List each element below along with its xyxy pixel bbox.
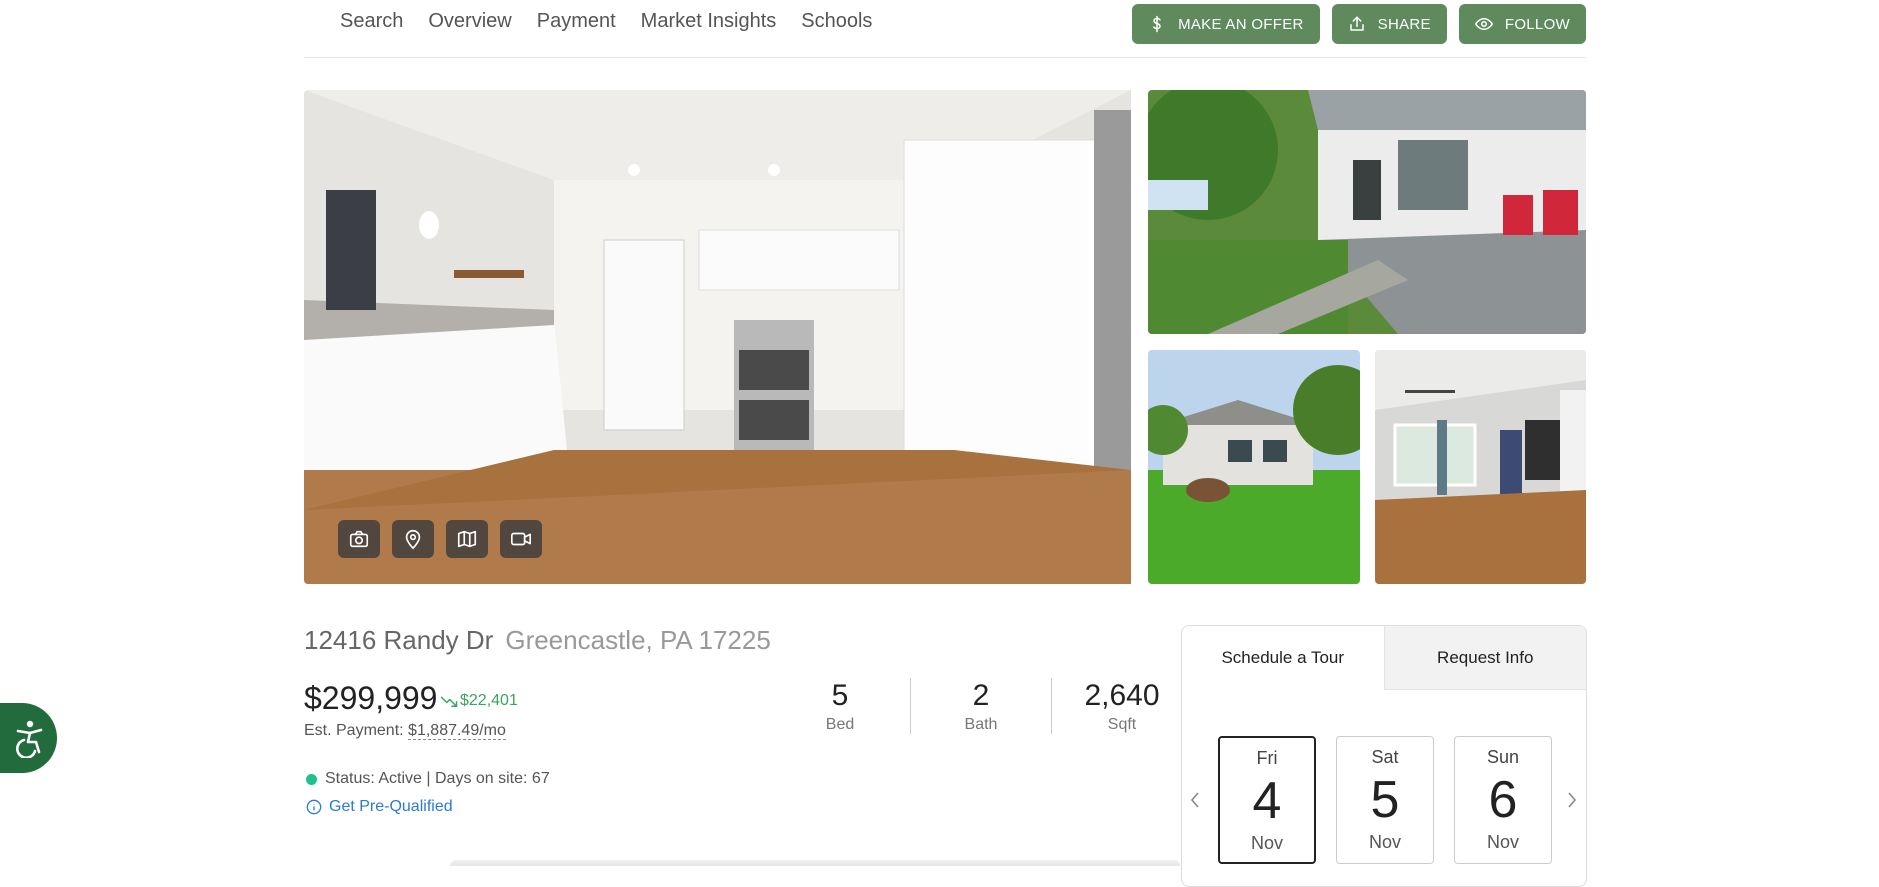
footer-bar-edge — [450, 860, 1180, 866]
listing-price: $299,999 — [304, 680, 438, 716]
trending-down-icon — [440, 696, 458, 707]
date-option-sat[interactable]: Sat 5 Nov — [1336, 736, 1434, 864]
status-dot-icon — [306, 773, 317, 785]
nav-link-market-insights[interactable]: Market Insights — [641, 10, 777, 33]
location-button[interactable] — [392, 520, 434, 558]
date-month: Nov — [1250, 833, 1283, 853]
est-payment: Est. Payment: $1,887.49/mo — [304, 722, 506, 740]
tab-request-info[interactable]: Request Info — [1383, 626, 1586, 690]
stat-value: 2,640 — [1084, 679, 1160, 712]
photos-button[interactable] — [338, 520, 380, 558]
date-day: 5 — [1370, 771, 1400, 829]
share-button[interactable]: SHARE — [1331, 4, 1447, 44]
map-button[interactable] — [446, 520, 488, 558]
chevron-right-icon — [1568, 792, 1577, 808]
date-option-sun[interactable]: Sun 6 Nov — [1454, 736, 1552, 864]
map-icon — [457, 530, 477, 548]
accessibility-button[interactable] — [0, 703, 57, 773]
main-photo-kitchen[interactable] — [304, 90, 1131, 584]
nav-link-schools[interactable]: Schools — [801, 10, 872, 33]
nav-link-overview[interactable]: Overview — [428, 10, 511, 33]
date-month: Nov — [1486, 832, 1519, 852]
prequalify-label: Get Pre-Qualified — [329, 798, 453, 815]
date-picker: Fri 4 Nov Sat 5 Nov Sun 6 Nov — [1218, 736, 1552, 864]
nav-link-search[interactable]: Search — [340, 10, 403, 33]
price-change: $22,401 — [440, 692, 518, 710]
stat-label: Sqft — [1107, 716, 1137, 733]
photo-living-room[interactable] — [1375, 350, 1586, 584]
make-offer-button[interactable]: MAKE AN OFFER — [1132, 4, 1320, 44]
share-icon — [1348, 15, 1366, 33]
video-icon — [511, 532, 531, 546]
stat-label: Bath — [964, 716, 998, 733]
photo-front-porch[interactable] — [1148, 90, 1586, 334]
est-payment-label: Est. Payment: — [304, 722, 404, 739]
est-payment-value[interactable]: $1,887.49/mo — [408, 722, 506, 740]
eye-icon — [1474, 15, 1493, 33]
prev-dates-button[interactable] — [1187, 788, 1203, 812]
follow-label: FOLLOW — [1504, 15, 1570, 33]
date-weekday: Sun — [1486, 747, 1520, 767]
listing-address: 12416 Randy Dr Greencastle, PA 17225 — [304, 625, 771, 656]
share-label: SHARE — [1377, 15, 1431, 33]
make-offer-label: MAKE AN OFFER — [1178, 15, 1304, 33]
city-state-zip: Greencastle, PA 17225 — [505, 625, 771, 655]
stat-beds: 5 Bed — [770, 678, 910, 734]
date-day: 6 — [1488, 771, 1518, 829]
chevron-left-icon — [1190, 792, 1199, 808]
stat-sqft: 2,640 Sqft — [1051, 678, 1192, 734]
schedule-tabs: Schedule a Tour Request Info — [1182, 626, 1586, 690]
property-nav-bar: Search Overview Payment Market Insights … — [304, 0, 1586, 58]
accessibility-icon — [15, 720, 42, 758]
video-button[interactable] — [500, 520, 542, 558]
listing-status: Status: Active | Days on site: 67 — [306, 770, 550, 788]
stat-label: Bed — [825, 716, 855, 733]
action-buttons: MAKE AN OFFER SHARE FOLLOW — [1132, 4, 1586, 44]
schedule-panel: Schedule a Tour Request Info Fri 4 Nov S… — [1181, 625, 1587, 887]
date-day: 4 — [1252, 772, 1282, 830]
media-buttons — [338, 520, 542, 558]
camera-icon — [349, 530, 369, 548]
nav-link-payment[interactable]: Payment — [537, 10, 616, 33]
get-prequalified-link[interactable]: Get Pre-Qualified — [306, 798, 453, 816]
section-links: Search Overview Payment Market Insights … — [340, 10, 897, 33]
stat-baths: 2 Bath — [910, 678, 1051, 734]
date-weekday: Sat — [1371, 747, 1399, 767]
status-text: Status: Active | Days on site: 67 — [325, 770, 550, 787]
next-dates-button[interactable] — [1564, 788, 1580, 812]
photo-backyard[interactable] — [1148, 350, 1360, 584]
stat-value: 5 — [831, 679, 849, 712]
date-weekday: Fri — [1256, 748, 1278, 768]
street-address: 12416 Randy Dr — [304, 625, 494, 655]
info-icon — [306, 799, 322, 815]
price-change-value: $22,401 — [460, 692, 518, 709]
date-month: Nov — [1368, 832, 1401, 852]
dollar-icon — [1148, 15, 1166, 33]
map-pin-icon — [405, 529, 421, 550]
stat-value: 2 — [972, 679, 990, 712]
tab-schedule-tour[interactable]: Schedule a Tour — [1182, 626, 1384, 690]
property-stats: 5 Bed 2 Bath 2,640 Sqft — [770, 678, 1192, 734]
date-option-fri[interactable]: Fri 4 Nov — [1218, 736, 1316, 864]
follow-button[interactable]: FOLLOW — [1458, 4, 1586, 44]
